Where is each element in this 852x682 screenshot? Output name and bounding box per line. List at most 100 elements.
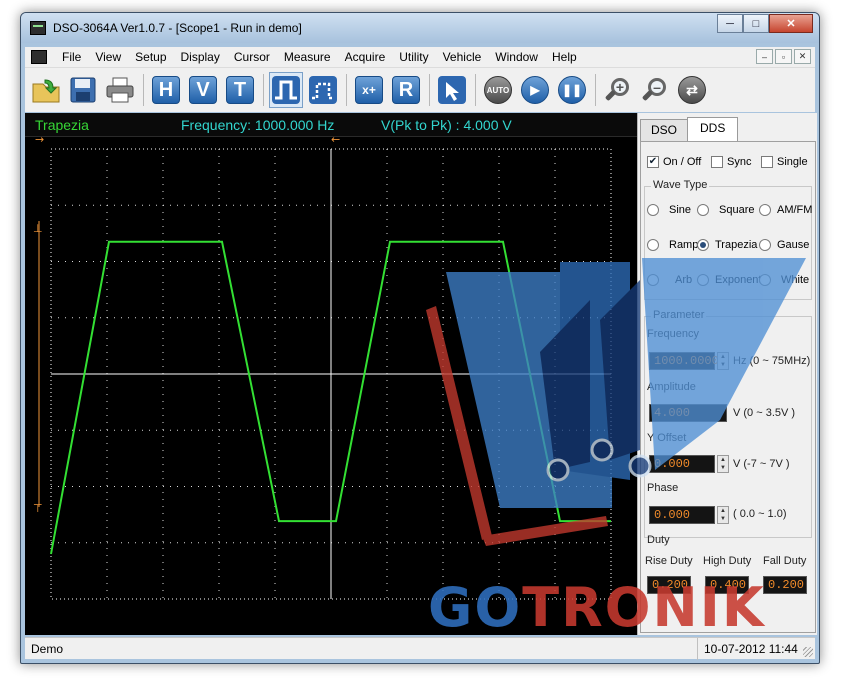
resize-grip[interactable] [803,647,813,657]
menu-window[interactable]: Window [488,50,545,64]
math-button[interactable]: x+ [352,72,386,108]
radio-white-button[interactable] [759,274,771,286]
dds-tab-body: ✔ On / Off Sync Single Wave Type Sine Squ… [640,141,816,633]
amplitude-input[interactable]: 4.000 [649,404,727,422]
radio-arb-label: Arb [675,274,693,286]
channel-top-arrow: ⊥ [33,222,43,235]
on-off-label: On / Off [663,156,702,168]
auto-button[interactable]: AUTO [481,72,515,108]
measure-wave-button[interactable] [306,72,340,108]
radio-square-button[interactable] [697,204,709,216]
radio-trapezia[interactable]: Trapezia [697,239,757,251]
on-off-check[interactable]: ✔ [647,156,659,168]
radio-sine-button[interactable] [647,204,659,216]
zoom-out-icon: – [641,77,668,103]
zoom-out-button[interactable]: – [638,72,672,108]
save-button[interactable] [66,72,100,108]
on-off-checkbox[interactable]: ✔ On / Off [647,156,701,168]
amplitude-range: V (0 ~ 3.5V ) [733,407,796,419]
cursor-select-button[interactable] [435,72,469,108]
title-bar[interactable]: DSO-3064A Ver1.0.7 - [Scope1 - Run in de… [21,13,819,43]
run-button[interactable]: ▶ [518,72,552,108]
pause-icon: ❚❚ [558,76,586,104]
amplitude-label: Amplitude [647,381,696,393]
scope-display[interactable]: Trapezia Frequency: 1000.000 Hz V(Pk to … [25,113,637,635]
play-icon: ▶ [521,76,549,104]
radio-arb[interactable]: Arb [647,274,692,286]
single-checkbox[interactable]: Single [761,156,808,168]
square-wave-icon [272,76,300,104]
phase-range: ( 0.0 ~ 1.0) [733,508,787,520]
mdi-restore-button[interactable]: ▫ [775,49,792,64]
maximize-button[interactable]: □ [743,14,769,33]
status-mode: Demo [31,642,64,656]
radio-exponent-button[interactable] [697,274,709,286]
right-time-arrow: ← [331,137,340,146]
radio-white[interactable]: White [759,274,809,286]
swap-button[interactable]: ⇄ [675,72,709,108]
mdi-close-button[interactable]: ✕ [794,49,811,64]
radio-exponent[interactable]: Exponent [697,274,761,286]
print-button[interactable] [103,72,137,108]
sync-check[interactable] [711,156,723,168]
phase-stepper[interactable]: ▲ ▼ [717,506,729,524]
mdi-minimize-button[interactable]: – [756,49,773,64]
stop-button[interactable]: ❚❚ [555,72,589,108]
rise-duty-label: Rise Duty [645,555,693,567]
radio-gause-button[interactable] [759,239,771,251]
wordmark-go: GO [428,576,523,639]
menu-measure[interactable]: Measure [277,50,338,64]
fall-duty-input[interactable]: 0.200 [763,576,807,594]
frequency-input[interactable]: 1000.0000 [649,352,719,370]
radio-exponent-label: Exponent [715,274,762,286]
radio-trapezia-button[interactable] [697,239,709,251]
toolbar-separator [475,74,476,106]
radio-sine[interactable]: Sine [647,204,691,216]
sync-checkbox[interactable]: Sync [711,156,751,168]
radio-arb-button[interactable] [647,274,659,286]
radio-square[interactable]: Square [697,204,754,216]
menu-display[interactable]: Display [174,50,227,64]
minimize-button[interactable]: ─ [717,14,743,33]
offset-stepper[interactable]: ▲ ▼ [717,455,729,473]
single-check[interactable] [761,156,773,168]
radio-trapezia-label: Trapezia [715,239,758,251]
frequency-range: Hz (0 ~ 75MHz) [733,355,811,367]
tab-dso[interactable]: DSO [640,119,689,141]
menu-cursor[interactable]: Cursor [227,50,277,64]
horizontal-button[interactable]: H [149,72,183,108]
radio-amfm-button[interactable] [759,204,771,216]
toolbar-separator [429,74,430,106]
reference-button[interactable]: R [389,72,423,108]
menu-vehicle[interactable]: Vehicle [436,50,489,64]
offset-input[interactable]: 0.000 [649,455,715,473]
menu-setup[interactable]: Setup [128,50,173,64]
zoom-in-icon: + [604,77,631,103]
frequency-stepper[interactable]: ▲ ▼ [717,352,729,370]
open-button[interactable] [29,72,63,108]
radio-amfm[interactable]: AM/FM [759,204,812,216]
floppy-disk-icon [70,77,96,103]
menu-view[interactable]: View [88,50,128,64]
wave-type-title: Wave Type [651,179,710,191]
menu-utility[interactable]: Utility [392,50,435,64]
menu-file[interactable]: File [55,50,88,64]
menu-acquire[interactable]: Acquire [338,50,393,64]
document-icon[interactable] [31,50,47,64]
zoom-in-button[interactable]: + [601,72,635,108]
menu-help[interactable]: Help [545,50,584,64]
dds-wave-button[interactable] [269,72,303,108]
trigger-button[interactable]: T [223,72,257,108]
window-title: DSO-3064A Ver1.0.7 - [Scope1 - Run in de… [53,21,302,35]
close-button[interactable]: ✕ [769,14,813,33]
radio-ramp[interactable]: Ramp [647,239,698,251]
scope-screen[interactable]: ⊥ ⊤ → ← [25,137,637,635]
tab-dds[interactable]: DDS [687,117,739,141]
scope-readout-bar: Trapezia Frequency: 1000.000 Hz V(Pk to … [25,113,637,137]
toolbar-separator [595,74,596,106]
vertical-button[interactable]: V [186,72,220,108]
phase-input[interactable]: 0.000 [649,506,715,524]
radio-ramp-button[interactable] [647,239,659,251]
radio-gause[interactable]: Gause [759,239,809,251]
menu-bar: File View Setup Display Cursor Measure A… [25,47,815,67]
